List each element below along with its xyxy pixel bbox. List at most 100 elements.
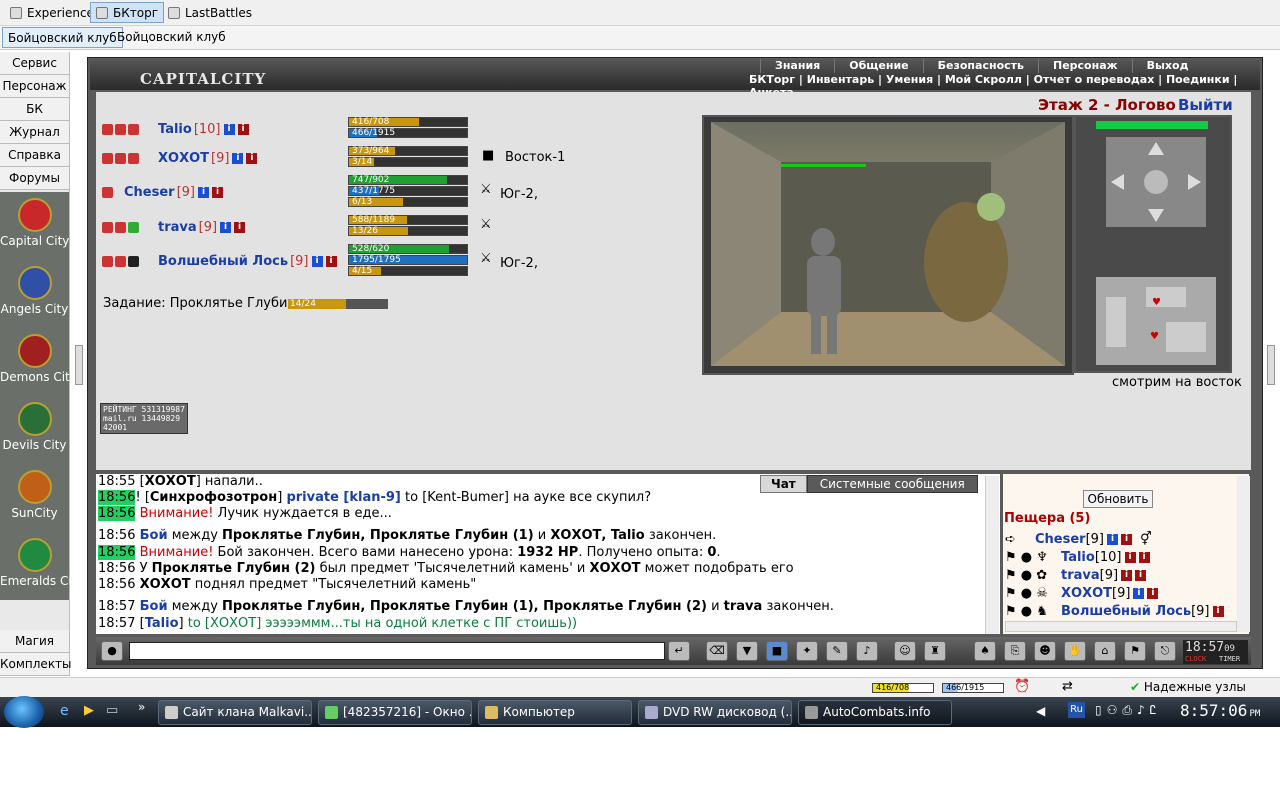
hand-icon[interactable]: ✋	[1064, 641, 1086, 661]
member-name[interactable]: Волшебный Лось	[158, 254, 288, 269]
info-icon[interactable]: i	[232, 152, 244, 164]
chat-mode-icon[interactable]: ●	[101, 641, 123, 661]
start-button[interactable]	[4, 696, 44, 728]
exit-door-icon[interactable]: ⎋	[1154, 641, 1176, 661]
figure-icon[interactable]: ✦	[796, 641, 818, 661]
media-icon[interactable]: ▶	[84, 703, 94, 718]
chat-timestamp[interactable]: 18:56	[98, 506, 136, 521]
chat-timestamp[interactable]: 18:56	[98, 577, 135, 592]
city-demons[interactable]: Demons City	[0, 328, 77, 396]
chat-timestamp[interactable]: 18:57	[98, 616, 135, 631]
pin-icon[interactable]: ✎	[826, 641, 848, 661]
chat-timestamp[interactable]: 18:56	[98, 490, 136, 505]
city-angels[interactable]: Angels City	[0, 260, 69, 328]
alarm-icon[interactable]: ⏰	[1014, 679, 1030, 694]
private-icon[interactable]: i	[1135, 570, 1147, 581]
helmet-icon[interactable]: ♜	[924, 641, 946, 661]
task-autocombats[interactable]: AutoCombats.info	[798, 700, 952, 725]
info-icon[interactable]: i	[1107, 534, 1118, 545]
tab-system-messages[interactable]: Системные сообщения	[806, 475, 978, 493]
private-icon[interactable]: i	[1212, 606, 1224, 617]
menu-magic[interactable]: Магия	[0, 630, 69, 653]
smile-icon[interactable]: ☺	[894, 641, 916, 661]
menu-character[interactable]: Персонаж	[0, 75, 69, 98]
member-name[interactable]: Cheser	[124, 185, 175, 200]
task-icq[interactable]: [482357216] - Окно ...	[318, 700, 472, 725]
chat-name[interactable]: private [klan-9]	[286, 490, 400, 505]
person-name[interactable]: Волшебный Лось	[1061, 604, 1191, 619]
network-icon[interactable]: ⇄	[1062, 679, 1073, 694]
bookmark-experience[interactable]: Experience	[4, 2, 100, 23]
tab-second[interactable]: Бойцовский клуб	[112, 27, 231, 48]
filter-icon[interactable]: ▼	[736, 641, 758, 661]
sound-icon[interactable]: ♪	[856, 641, 878, 661]
bottle-icon[interactable]: ♠	[974, 641, 996, 661]
menu-sets[interactable]: Комплекты	[0, 653, 72, 676]
menu-bk[interactable]: БК	[0, 98, 69, 121]
bookmark-bktorg[interactable]: БКторг	[90, 2, 165, 23]
member-name[interactable]: ХОХОТ	[158, 151, 209, 166]
task-chrome[interactable]: Сайт клана Malkavi...	[158, 700, 312, 725]
quicklaunch-more-icon[interactable]: »	[138, 700, 145, 714]
chat-name[interactable]: ХОХОТ	[145, 474, 196, 489]
info-icon[interactable]: i	[223, 123, 235, 135]
system-clock[interactable]: 8:57:06 PM	[1180, 701, 1260, 720]
nav-character[interactable]: Персонаж	[1038, 59, 1132, 73]
info-icon[interactable]: i	[311, 255, 323, 267]
person-name[interactable]: Cheser	[1035, 532, 1086, 547]
exit-dungeon-link[interactable]: Выйти	[1178, 96, 1233, 114]
chat-timestamp[interactable]: 18:56	[98, 561, 135, 576]
chat-scrollbar[interactable]	[985, 476, 999, 634]
ie-icon[interactable]: e	[60, 703, 69, 719]
info-icon[interactable]: i	[220, 221, 232, 233]
task-computer[interactable]: Компьютер	[478, 700, 632, 725]
private-icon[interactable]: i	[1147, 588, 1159, 599]
scroll-icon[interactable]: ⎘	[1004, 641, 1026, 661]
private-icon[interactable]: i	[1121, 534, 1132, 545]
rating-counter[interactable]: РЕЙТИНГ 531319987 mail.ru 13449829 42001	[100, 403, 188, 434]
nav-knowledge[interactable]: Знания	[760, 59, 834, 73]
bookmark-lastbattles[interactable]: LastBattles	[162, 2, 258, 23]
nav-exit[interactable]: Выход	[1131, 59, 1203, 73]
private-icon[interactable]: i	[325, 255, 337, 267]
menu-help[interactable]: Справка	[0, 144, 69, 167]
menu-forums[interactable]: Форумы	[0, 167, 69, 190]
face-icon[interactable]: ☻	[1034, 641, 1056, 661]
private-icon[interactable]: i	[234, 221, 246, 233]
tray-expand-icon[interactable]: ◀	[1036, 704, 1045, 718]
private-icon[interactable]: i	[212, 186, 223, 198]
person-name[interactable]: trava	[1061, 568, 1100, 583]
capital-city-logo[interactable]: CAPITALCITY	[140, 70, 266, 88]
chat-timestamp[interactable]: 18:56	[98, 528, 135, 543]
city-devils[interactable]: Devils City	[0, 396, 69, 464]
private-icon[interactable]: i	[1138, 552, 1150, 563]
flag-icon[interactable]: ⚑	[1124, 641, 1146, 661]
city-capital[interactable]: Capital City	[0, 192, 69, 260]
send-icon[interactable]: ↵	[668, 641, 690, 661]
online-scrollbar[interactable]	[1237, 476, 1250, 632]
person-name[interactable]: ХОХОТ	[1061, 586, 1112, 601]
private-icon[interactable]: i	[1121, 570, 1133, 581]
chat-timestamp[interactable]: 18:56	[98, 545, 136, 560]
member-name[interactable]: Talio	[158, 122, 192, 137]
tray-icons[interactable]: ▯⚇⎙♪Ꮭ	[1095, 703, 1161, 718]
private-icon[interactable]: i	[1124, 552, 1136, 563]
city-emeralds[interactable]: Emeralds City	[0, 532, 83, 600]
chat-input[interactable]	[129, 642, 665, 660]
private-icon[interactable]: i	[246, 152, 258, 164]
chat-name[interactable]: Синхрофозотрон	[150, 490, 277, 505]
chat-timestamp[interactable]: 18:57	[98, 599, 135, 614]
lock-icon[interactable]: ⌂	[1094, 641, 1116, 661]
city-sun[interactable]: SunCity	[0, 464, 69, 532]
private-icon[interactable]: i	[237, 123, 249, 135]
dungeon-scene[interactable]	[711, 122, 1065, 366]
eraser-icon[interactable]: ⌫	[706, 641, 728, 661]
tab-active[interactable]: Бойцовский клуб	[2, 27, 123, 48]
menu-service[interactable]: Сервис	[0, 52, 69, 75]
person-name[interactable]: Talio	[1061, 550, 1095, 565]
language-indicator[interactable]: Ru	[1068, 702, 1085, 718]
menu-journal[interactable]: Журнал	[0, 121, 69, 144]
save-icon[interactable]: ■	[766, 641, 788, 661]
nav-communication[interactable]: Общение	[834, 59, 922, 73]
refresh-button[interactable]: Обновить	[1083, 490, 1153, 508]
